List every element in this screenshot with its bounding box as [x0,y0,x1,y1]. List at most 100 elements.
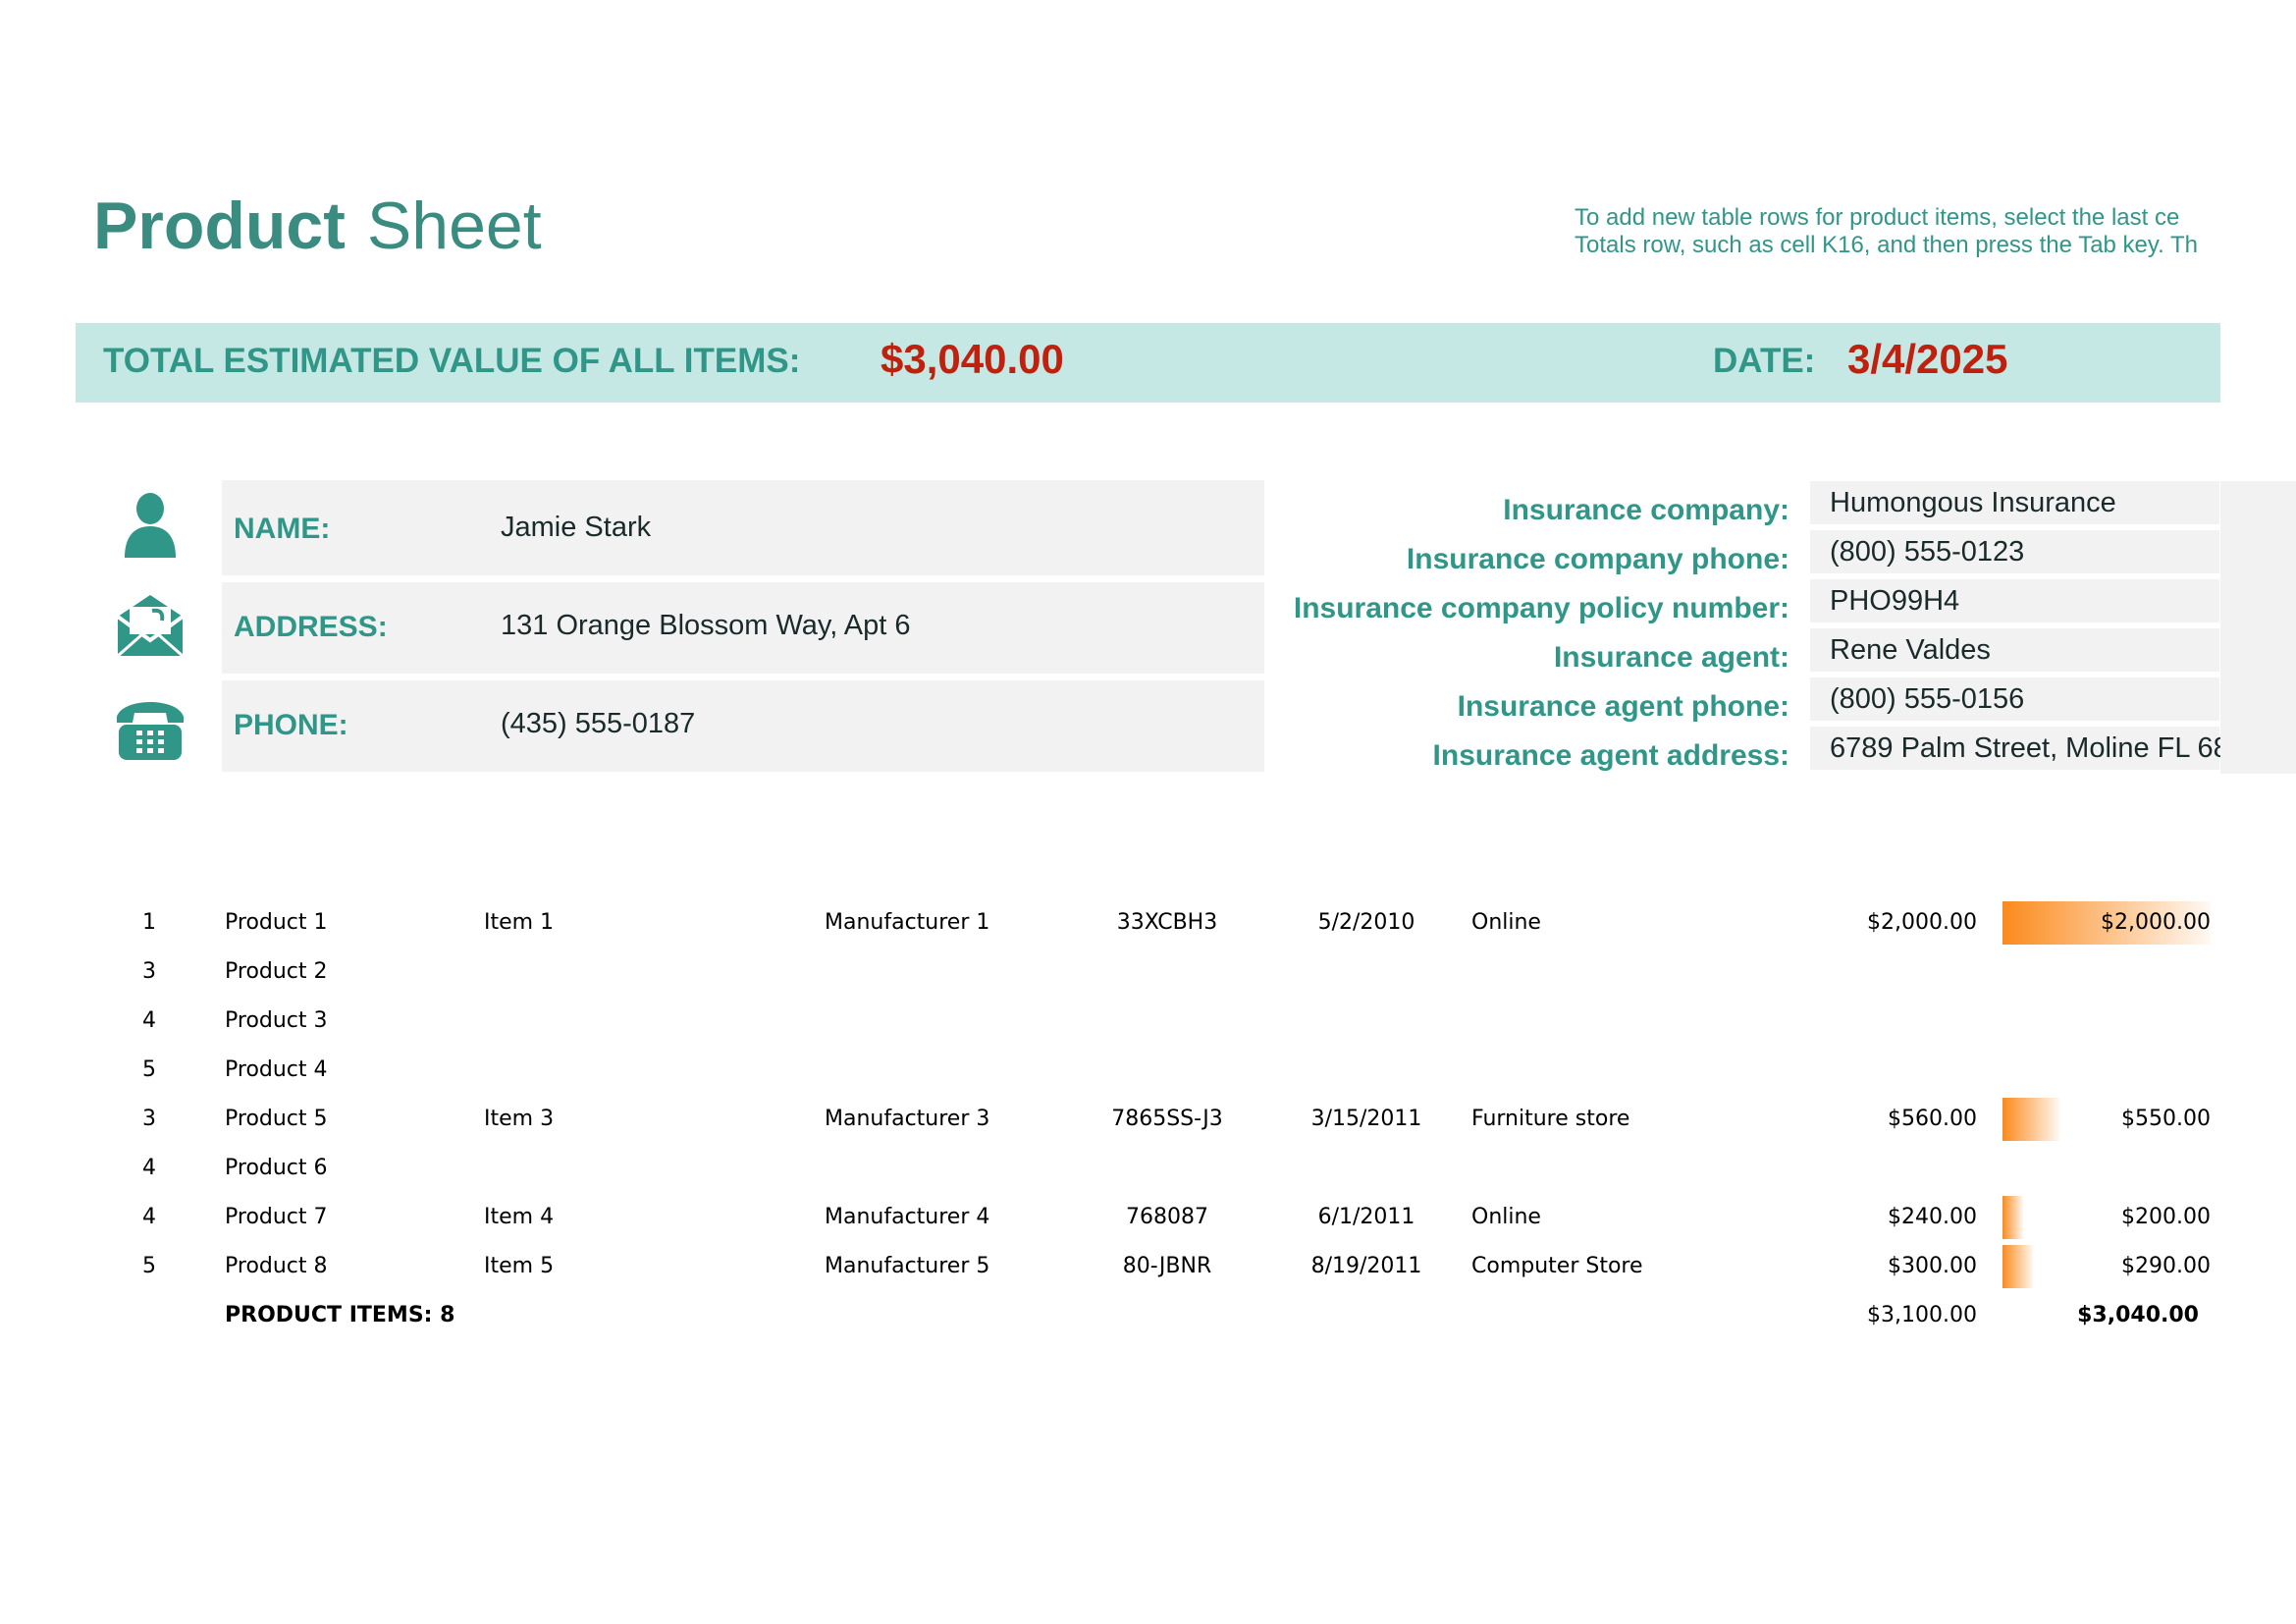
estimated-value-cell[interactable]: $2,000.00 [2002,898,2211,947]
insurance-agent-address-field[interactable]: 6789 Palm Street, Moline FL 688 [1830,731,2220,766]
name-field[interactable]: Jamie Stark [501,510,651,545]
purchase-date-cell[interactable]: 8/19/2011 [1268,1242,1465,1291]
insurance-agent-label: Insurance agent: [1553,641,1789,674]
store-cell[interactable]: Online [1471,1193,1541,1242]
serial-number-cell[interactable]: 768087 [1069,1193,1265,1242]
manufacturer-cell[interactable]: Manufacturer 3 [825,1095,989,1144]
product-name-cell[interactable]: Product 6 [225,1144,328,1193]
table-row[interactable]: 5 Product 4 [0,1046,2296,1095]
purchase-price-cell[interactable]: $2,000.00 [1728,898,1977,947]
serial-number-cell[interactable]: 7865SS-J3 [1069,1095,1265,1144]
insurance-company-phone-field[interactable]: (800) 555-0123 [1830,534,2220,569]
totals-row[interactable]: PRODUCT ITEMS: 8 $3,100.00 $3,040.00 [0,1291,2296,1340]
store-cell[interactable]: Online [1471,898,1541,947]
total-value-cell[interactable]: $3,040.00 [881,334,1064,385]
title-light: Sheet [366,189,542,263]
name-label: NAME: [234,513,331,545]
insurance-policy-number-field[interactable]: PHO99H4 [1830,583,2220,619]
product-name-cell[interactable]: Product 4 [225,1046,328,1095]
row-number-cell[interactable]: 3 [137,947,161,997]
manufacturer-cell[interactable]: Manufacturer 5 [825,1242,989,1291]
store-cell[interactable]: Furniture store [1471,1095,1629,1144]
row-number-cell[interactable]: 4 [137,997,161,1046]
row-number-cell[interactable]: 1 [137,898,161,947]
purchase-date-cell[interactable] [1268,997,1465,1046]
page-title: Product Sheet [93,187,542,267]
table-row[interactable]: 3 Product 5 Item 3 Manufacturer 3 7865SS-J3 3… [0,1095,2296,1144]
item-cell[interactable]: Item 4 [484,1193,554,1242]
insurance-agent-field[interactable]: Rene Valdes [1830,632,2220,668]
insurance-company-field[interactable]: Humongous Insurance [1830,485,2220,520]
address-field[interactable]: 131 Orange Blossom Way, Apt 6 [501,608,910,643]
insurance-company-phone-label: Insurance company phone: [1406,543,1789,575]
manufacturer-cell[interactable]: Manufacturer 4 [825,1193,989,1242]
estimated-value-cell[interactable] [2002,1046,2211,1095]
serial-number-cell[interactable] [1069,997,1265,1046]
price-total-cell[interactable]: $3,100.00 [1728,1291,1977,1340]
product-name-cell[interactable]: Product 2 [225,947,328,997]
table-row[interactable]: 1 Product 1 Item 1 Manufacturer 1 33XCBH3 5/2… [0,898,2296,947]
envelope-icon [116,595,185,658]
manufacturer-cell[interactable]: Manufacturer 1 [825,898,989,947]
purchase-price-cell[interactable]: $300.00 [1728,1242,1977,1291]
purchase-price-cell[interactable] [1728,947,1977,997]
product-count-cell[interactable]: PRODUCT ITEMS: 8 [225,1291,454,1340]
item-cell[interactable]: Item 1 [484,898,554,947]
estimated-value-cell[interactable] [2002,1144,2211,1193]
purchase-date-cell[interactable]: 5/2/2010 [1268,898,1465,947]
product-name-cell[interactable]: Product 3 [225,997,328,1046]
estimated-value-cell[interactable]: $290.00 [2002,1242,2211,1291]
total-value-label: TOTAL ESTIMATED VALUE OF ALL ITEMS: [103,342,801,380]
phone-field[interactable]: (435) 555-0187 [501,706,695,741]
row-number-cell[interactable]: 5 [137,1046,161,1095]
serial-number-cell[interactable] [1069,1046,1265,1095]
insurance-overflow-strip [2220,481,2296,774]
tip-line-2: Totals row, such as cell K16, and then p… [1575,232,2199,258]
serial-number-cell[interactable] [1069,1144,1265,1193]
table-row[interactable]: 4 Product 3 [0,997,2296,1046]
product-name-cell[interactable]: Product 8 [225,1242,328,1291]
address-label: ADDRESS: [234,611,388,643]
estimated-value-cell[interactable] [2002,997,2211,1046]
estimated-value-cell[interactable]: $550.00 [2002,1095,2211,1144]
purchase-price-cell[interactable] [1728,1144,1977,1193]
row-number-cell[interactable]: 5 [137,1242,161,1291]
table-row[interactable]: 5 Product 8 Item 5 Manufacturer 5 80-JBNR 8/1… [0,1242,2296,1291]
purchase-price-cell[interactable]: $560.00 [1728,1095,1977,1144]
table-row[interactable]: 4 Product 6 [0,1144,2296,1193]
item-cell[interactable]: Item 3 [484,1095,554,1144]
estimated-value-cell[interactable] [2002,947,2211,997]
purchase-date-cell[interactable]: 6/1/2011 [1268,1193,1465,1242]
estimated-value-cell[interactable]: $200.00 [2002,1193,2211,1242]
telephone-icon [117,702,184,760]
serial-number-cell[interactable] [1069,947,1265,997]
estimate-total-cell[interactable]: $3,040.00 [2002,1291,2199,1340]
person-icon [125,493,176,558]
purchase-date-cell[interactable] [1268,1144,1465,1193]
tip-line-1: To add new table rows for product items,… [1575,204,2180,231]
store-cell[interactable]: Computer Store [1471,1242,1643,1291]
insurance-agent-phone-field[interactable]: (800) 555-0156 [1830,681,2220,717]
date-cell[interactable]: 3/4/2025 [1847,334,2008,385]
purchase-price-cell[interactable] [1728,1046,1977,1095]
name-box [222,480,1264,575]
purchase-date-cell[interactable] [1268,947,1465,997]
phone-box [222,680,1264,772]
product-name-cell[interactable]: Product 5 [225,1095,328,1144]
title-bold: Product [93,189,346,263]
product-name-cell[interactable]: Product 1 [225,898,328,947]
item-cell[interactable]: Item 5 [484,1242,554,1291]
serial-number-cell[interactable]: 80-JBNR [1069,1242,1265,1291]
purchase-price-cell[interactable]: $240.00 [1728,1193,1977,1242]
row-number-cell[interactable]: 4 [137,1193,161,1242]
instruction-tip: To add new table rows for product items,… [1575,204,2220,265]
row-number-cell[interactable]: 4 [137,1144,161,1193]
table-row[interactable]: 4 Product 7 Item 4 Manufacturer 4 768087 6/1/… [0,1193,2296,1242]
table-row[interactable]: 3 Product 2 [0,947,2296,997]
product-name-cell[interactable]: Product 7 [225,1193,328,1242]
serial-number-cell[interactable]: 33XCBH3 [1069,898,1265,947]
purchase-price-cell[interactable] [1728,997,1977,1046]
purchase-date-cell[interactable] [1268,1046,1465,1095]
purchase-date-cell[interactable]: 3/15/2011 [1268,1095,1465,1144]
row-number-cell[interactable]: 3 [137,1095,161,1144]
